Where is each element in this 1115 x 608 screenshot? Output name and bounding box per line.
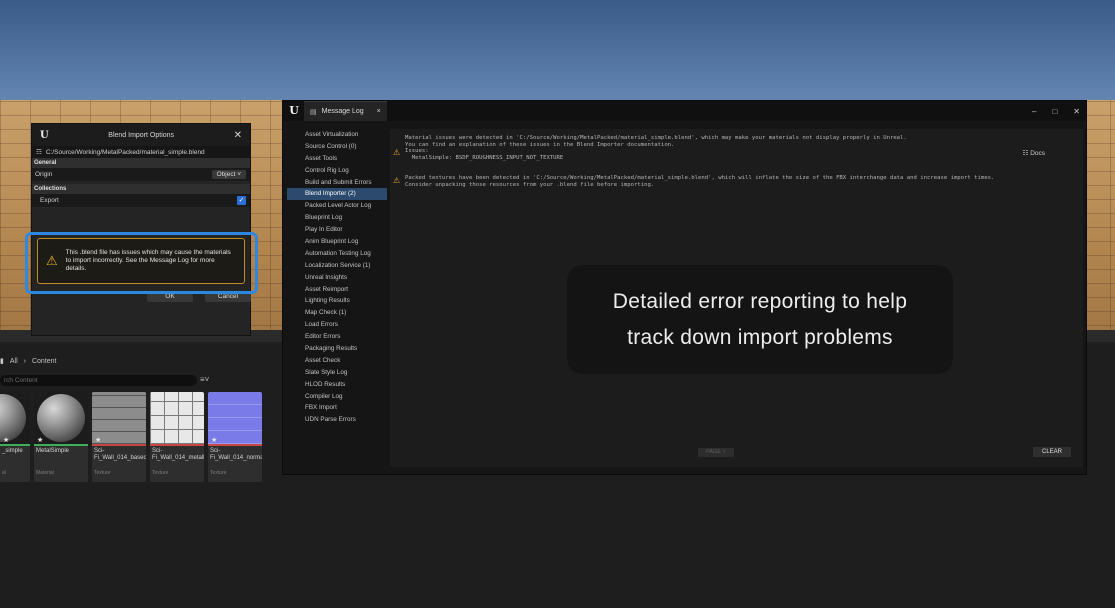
minimize-icon[interactable]: –	[1032, 107, 1036, 116]
asset-tile[interactable]: ★ Sci-Fi_Wall_014_normal Texture	[208, 392, 262, 482]
log-category-item[interactable]: Asset Virtualization	[287, 129, 387, 141]
maximize-icon[interactable]: □	[1052, 107, 1057, 116]
log-category-item[interactable]: Packaging Results	[287, 343, 387, 355]
warning-icon: ⚠	[393, 148, 401, 157]
log-category-item[interactable]: Anim Blueprint Log	[287, 236, 387, 248]
tab-message-log[interactable]: ▤ Message Log ×	[304, 101, 387, 121]
asset-tile[interactable]: ★ MetalSimple Material	[34, 392, 88, 482]
origin-select[interactable]: Object ˅	[211, 170, 246, 179]
star-icon: ★	[211, 437, 218, 444]
chevron-down-icon: ˅	[237, 171, 241, 178]
log-category-item[interactable]: Blueprint Log	[287, 212, 387, 224]
asset-type: Material	[36, 470, 54, 476]
log-category-item[interactable]: Play In Editor	[287, 224, 387, 236]
log-category-item[interactable]: Packed Level Actor Log	[287, 200, 387, 212]
material-preview-sphere	[0, 394, 26, 442]
filter-icon[interactable]: ≡˅	[200, 375, 209, 384]
close-icon[interactable]: ✕	[1073, 107, 1080, 116]
feature-caption: Detailed error reporting to help track d…	[567, 265, 953, 374]
asset-tile[interactable]: ★ Sci-Fi_Wall_014_metallic Texture	[150, 392, 204, 482]
unreal-logo-icon: U	[289, 104, 299, 117]
log-category-item[interactable]: Lighting Results	[287, 295, 387, 307]
content-browser-breadcrumb: ▮ All › Content	[0, 355, 57, 367]
log-category-item[interactable]: Slate Style Log	[287, 367, 387, 379]
docs-link[interactable]: ☷ Docs	[1023, 149, 1045, 157]
log-category-item[interactable]: Source Control (0)	[287, 141, 387, 153]
export-checkbox[interactable]: ✓	[237, 196, 246, 205]
breadcrumb-all[interactable]: All	[10, 358, 18, 365]
warning-highlight	[25, 232, 258, 294]
asset-type: Texture	[210, 470, 227, 476]
log-category-item[interactable]: UDN Parse Errors	[287, 414, 387, 426]
section-general[interactable]: General	[32, 158, 250, 168]
log-category-item[interactable]: Asset Check	[287, 355, 387, 367]
folder-icon: ▮	[0, 358, 4, 365]
breadcrumb-content[interactable]: Content	[32, 358, 57, 365]
log-category-item[interactable]: Asset Tools	[287, 153, 387, 165]
log-category-item[interactable]: Automation Testing Log	[287, 248, 387, 260]
warning-icon: ⚠	[393, 176, 401, 185]
log-message-2[interactable]: Packed textures have been detected in 'C…	[405, 175, 994, 188]
material-preview-sphere	[37, 394, 85, 442]
log-category-item[interactable]: HLOD Results	[287, 379, 387, 391]
caption-line-1: Detailed error reporting to help	[612, 289, 908, 313]
star-icon: ★	[37, 437, 44, 444]
close-icon[interactable]: ✕	[234, 130, 242, 141]
log-category-item[interactable]: Editor Errors	[287, 331, 387, 343]
log-icon: ▤	[310, 108, 317, 116]
docs-icon: ☷	[1022, 150, 1029, 157]
log-message-1[interactable]: Material issues were detected in 'C:/Sou…	[405, 135, 907, 161]
file-path: C:/Source/Working/MetalPacked/material_s…	[45, 148, 205, 156]
asset-tile[interactable]: ★ _simpleal	[0, 392, 30, 482]
asset-type: Texture	[94, 470, 111, 476]
chevron-right-icon: ›	[23, 357, 26, 365]
asset-name: MetalSimple	[36, 448, 70, 454]
log-category-item[interactable]: FBX Import	[287, 402, 387, 414]
log-category-item[interactable]: Compiler Log	[287, 391, 387, 403]
log-category-item[interactable]: Map Check (1)	[287, 307, 387, 319]
tab-message-log-label: Message Log	[321, 108, 364, 115]
blend-import-dialog: U Blend Import Options ✕ ☶ C:/Source/Wor…	[31, 123, 251, 336]
log-category-item[interactable]: Asset Reimport	[287, 284, 387, 296]
asset-name: Sci-Fi_Wall_014_normal	[210, 448, 262, 461]
unreal-logo-icon: U	[40, 129, 49, 141]
log-category-item[interactable]: Build and Submit Errors	[287, 177, 387, 189]
asset-name: Sci-Fi_Wall_014_metallic	[152, 448, 204, 461]
section-collections[interactable]: Collections	[32, 184, 250, 194]
log-category-item[interactable]: Load Errors	[287, 319, 387, 331]
origin-value: Object	[216, 171, 236, 178]
origin-label: Origin	[35, 171, 53, 178]
asset-tile[interactable]: ★ Sci-Fi_Wall_014_basecolor Texture	[92, 392, 146, 482]
file-path-row: ☶ C:/Source/Working/MetalPacked/material…	[32, 146, 250, 158]
content-search-input[interactable]: rch Content	[0, 375, 197, 386]
page-dropdown[interactable]: PAGE ˅	[698, 448, 734, 457]
log-category-item[interactable]: Control Rig Log	[287, 165, 387, 177]
log-category-item[interactable]: Localization Service (1)	[287, 260, 387, 272]
asset-type: Texture	[152, 470, 169, 476]
asset-type: al	[2, 470, 6, 476]
dialog-titlebar: U Blend Import Options ✕	[32, 124, 250, 146]
export-row: Export ✓	[32, 194, 250, 208]
export-label: Export	[40, 197, 59, 204]
asset-name: Sci-Fi_Wall_014_basecolor	[94, 448, 146, 461]
star-icon: ★	[95, 437, 102, 444]
origin-row: Origin Object ˅	[32, 168, 250, 182]
docs-label: Docs	[1030, 150, 1045, 157]
asset-tile-grid: ★ _simpleal ★ MetalSimple Material ★ Sci-Fi_Wa…	[0, 392, 262, 482]
dialog-title: Blend Import Options	[108, 131, 175, 139]
star-icon: ★	[153, 437, 160, 444]
caption-line-2: track down import problems	[627, 325, 893, 349]
log-category-item[interactable]: Unreal Insights	[287, 272, 387, 284]
clear-button[interactable]: CLEAR	[1033, 447, 1071, 457]
message-log-titlebar: U ▤ Message Log × – □ ✕	[283, 101, 1086, 121]
page-label: PAGE	[706, 449, 722, 455]
log-category-list: Asset Virtualization Source Control (0) As…	[287, 129, 387, 426]
chevron-down-icon: ˅	[722, 449, 726, 455]
file-icon: ☶	[36, 149, 42, 156]
asset-name: _simple	[2, 448, 23, 454]
log-category-item[interactable]: Blend Importer (2)	[287, 188, 387, 201]
close-tab-icon[interactable]: ×	[377, 108, 381, 115]
star-icon: ★	[3, 437, 10, 444]
